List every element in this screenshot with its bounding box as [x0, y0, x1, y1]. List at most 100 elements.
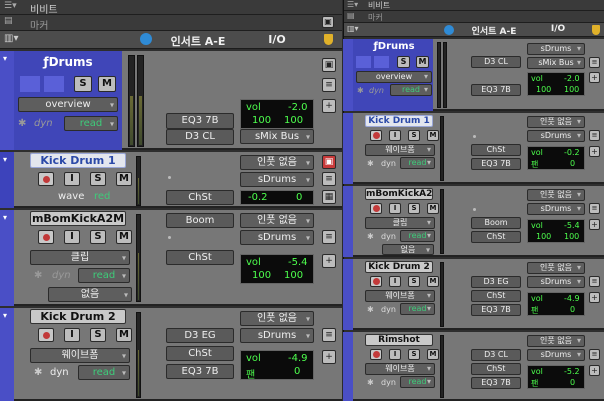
solo-button[interactable]: S	[90, 172, 106, 186]
insert-slot[interactable]: Boom	[471, 217, 521, 229]
record-button[interactable]	[370, 276, 382, 287]
comment-icon[interactable]: ≡	[589, 130, 600, 141]
view-selector[interactable]: 웨이브폼	[30, 348, 130, 363]
input-selector[interactable]: 인풋 없음	[240, 311, 314, 326]
info-icon[interactable]	[140, 33, 152, 45]
input-selector[interactable]: 인풋 없음	[240, 213, 314, 228]
bus-selector[interactable]: sMix Bus	[527, 57, 585, 69]
view-selector[interactable]: 클립	[30, 250, 130, 265]
group-selector[interactable]: 없음	[382, 244, 434, 255]
insert-slot[interactable]: D3 EG	[166, 328, 234, 343]
solo-button[interactable]: S	[90, 230, 106, 244]
output-selector[interactable]: sDrums	[527, 349, 585, 361]
add-icon[interactable]: +	[322, 99, 336, 113]
insert-slot[interactable]: D3 CL	[471, 56, 521, 68]
mute-button[interactable]: M	[427, 203, 439, 214]
insert-slot[interactable]: ChSt	[166, 346, 234, 361]
track-name[interactable]: mBomKickA2M	[365, 188, 433, 200]
track-side[interactable]	[343, 113, 353, 184]
mute-button[interactable]: M	[116, 328, 132, 342]
output-selector[interactable]: sDrums	[240, 230, 314, 245]
expand-icon[interactable]: ▾	[3, 155, 7, 164]
insert-slot[interactable]: EQ3 7B	[471, 158, 521, 170]
view-selector[interactable]: 웨이브폼	[365, 144, 435, 156]
output-selector[interactable]: sDrums	[240, 172, 314, 187]
mute-button[interactable]: M	[427, 349, 439, 360]
mute-button[interactable]: M	[416, 56, 429, 68]
auto-red-label[interactable]: red	[94, 191, 110, 202]
mute-button[interactable]: M	[98, 76, 116, 92]
input-button[interactable]: I	[389, 130, 401, 141]
input-button[interactable]: I	[389, 349, 401, 360]
automation-mode[interactable]: read	[400, 230, 435, 242]
view-icon[interactable]: ▥▾	[4, 33, 18, 44]
insert-slot[interactable]: ChSt	[471, 144, 521, 156]
output-selector[interactable]: sDrums	[527, 130, 585, 142]
insert-slot[interactable]: ChSt	[471, 231, 521, 243]
insert-slot[interactable]: D3 CL	[166, 129, 234, 145]
add-icon[interactable]: +	[589, 72, 600, 83]
input-selector[interactable]: 인풋 없음	[527, 335, 585, 347]
comment-icon[interactable]: ≡	[589, 57, 600, 68]
track-name[interactable]: Rimshot	[365, 334, 433, 346]
solo-button[interactable]: S	[408, 276, 420, 287]
record-enable-icon[interactable]: ▣	[322, 155, 336, 169]
add-icon[interactable]: +	[589, 292, 600, 303]
solo-button[interactable]: S	[397, 56, 410, 68]
expand-icon[interactable]: ▾	[3, 54, 7, 63]
marker-toggle-icon[interactable]: ▣	[322, 16, 334, 28]
insert-slot[interactable]: ChSt	[166, 250, 234, 265]
input-selector[interactable]: 인풋 없음	[527, 116, 585, 128]
automation-mode[interactable]: read	[78, 268, 130, 283]
insert-slot[interactable]: EQ3 7B	[166, 113, 234, 129]
record-button[interactable]	[38, 328, 54, 342]
list-icon[interactable]: ▤	[347, 11, 355, 20]
add-icon[interactable]: +	[589, 219, 600, 230]
group-selector[interactable]: 없음	[48, 287, 132, 302]
add-icon[interactable]: +	[322, 254, 336, 268]
solo-button[interactable]: S	[408, 203, 420, 214]
inserts-header[interactable]: 인서트 A-E	[160, 33, 236, 49]
comment-icon[interactable]: ≡	[322, 328, 336, 342]
send-icon[interactable]: ▦	[322, 190, 336, 204]
track-name[interactable]: Kick Drum 1	[365, 115, 433, 127]
output-selector[interactable]: sDrums	[240, 328, 314, 343]
automation-mode[interactable]: read	[78, 365, 130, 380]
input-button[interactable]: I	[64, 172, 80, 186]
insert-slot[interactable]: ChSt	[471, 363, 521, 375]
track-side[interactable]	[343, 186, 353, 257]
solo-button[interactable]: S	[74, 76, 92, 92]
list-icon[interactable]: ▤	[4, 16, 13, 26]
comment-icon[interactable]: ≡	[322, 78, 336, 92]
track-side[interactable]	[343, 332, 353, 401]
add-icon[interactable]: +	[589, 365, 600, 376]
insert-slot[interactable]: Boom	[166, 213, 234, 228]
track-name[interactable]: ƒDrums	[356, 41, 432, 52]
output-selector[interactable]: sDrums	[527, 43, 585, 55]
mute-button[interactable]: M	[427, 276, 439, 287]
track-name[interactable]: Kick Drum 2	[365, 261, 433, 273]
insert-slot[interactable]: D3 EG	[471, 276, 521, 288]
io-header[interactable]: I/O	[528, 24, 588, 34]
input-button[interactable]: I	[64, 328, 80, 342]
insert-slot[interactable]: EQ3 7B	[471, 84, 521, 96]
io-header[interactable]: I/O	[240, 33, 314, 46]
input-selector[interactable]: 인풋 없음	[527, 262, 585, 274]
mute-button[interactable]: M	[116, 230, 132, 244]
track-side[interactable]	[0, 51, 14, 150]
add-icon[interactable]: +	[322, 350, 336, 364]
input-selector[interactable]: 인풋 없음	[527, 189, 585, 201]
shield-icon[interactable]	[324, 34, 333, 45]
input-button[interactable]: I	[389, 276, 401, 287]
insert-slot[interactable]: EQ3 7B	[471, 377, 521, 389]
insert-slot[interactable]: ChSt	[471, 290, 521, 302]
automation-mode[interactable]: read	[64, 116, 118, 131]
comment-icon[interactable]: ≡	[589, 349, 600, 360]
input-icon[interactable]: ▣	[322, 58, 336, 72]
record-button[interactable]	[38, 172, 54, 186]
comment-icon[interactable]: ≡	[589, 276, 600, 287]
track-side[interactable]	[0, 308, 14, 401]
automation-mode[interactable]: read	[400, 376, 435, 388]
solo-button[interactable]: S	[408, 349, 420, 360]
input-selector[interactable]: 인풋 없음	[240, 155, 314, 170]
